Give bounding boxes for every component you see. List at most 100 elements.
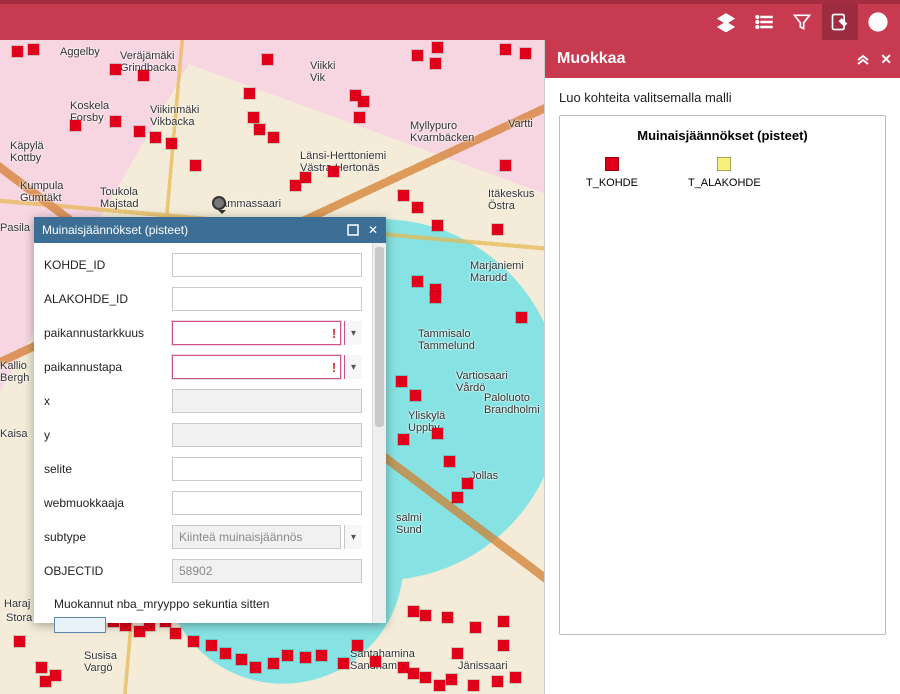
swatch-icon <box>605 157 619 171</box>
info-button[interactable]: i <box>860 4 896 40</box>
collapse-icon[interactable] <box>856 51 870 68</box>
map-feature-point[interactable] <box>420 672 431 683</box>
popup-maximize-button[interactable] <box>344 221 362 239</box>
map-feature-point[interactable] <box>498 616 509 627</box>
map-feature-point[interactable] <box>220 648 231 659</box>
map-feature-point[interactable] <box>410 390 421 401</box>
map-feature-point[interactable] <box>516 312 527 323</box>
map-pane[interactable]: AggelbyVeräjämäkiGrindbackaViikkiVikKosk… <box>0 40 544 694</box>
popup-footer: Muokannut nba_mryyppo sekuntia sitten <box>44 593 362 646</box>
paikannustarkkuus-combo[interactable] <box>172 321 341 345</box>
map-feature-point[interactable] <box>300 652 311 663</box>
map-feature-point[interactable] <box>282 650 293 661</box>
map-feature-point[interactable] <box>268 132 279 143</box>
map-feature-point[interactable] <box>236 654 247 665</box>
map-feature-point[interactable] <box>316 650 327 661</box>
edit-button[interactable] <box>822 4 858 40</box>
map-feature-point[interactable] <box>408 668 419 679</box>
map-feature-point[interactable] <box>150 132 161 143</box>
map-feature-point[interactable] <box>500 160 511 171</box>
map-feature-point[interactable] <box>432 428 443 439</box>
map-feature-point[interactable] <box>452 492 463 503</box>
map-pin-icon <box>212 196 226 210</box>
map-feature-point[interactable] <box>50 670 61 681</box>
template-item-label: T_ALAKOHDE <box>688 177 761 189</box>
map-feature-point[interactable] <box>432 220 443 231</box>
popup-scrollbar[interactable] <box>372 243 386 623</box>
map-feature-point[interactable] <box>492 224 503 235</box>
close-icon[interactable]: ✕ <box>880 51 892 68</box>
map-feature-point[interactable] <box>442 612 453 623</box>
map-feature-point[interactable] <box>110 64 121 75</box>
chevron-down-icon[interactable]: ▾ <box>344 321 362 345</box>
template-item-t_alakohde[interactable]: T_ALAKOHDE <box>688 157 761 189</box>
map-feature-point[interactable] <box>510 672 521 683</box>
map-feature-point[interactable] <box>262 54 273 65</box>
map-feature-point[interactable] <box>396 376 407 387</box>
map-feature-point[interactable] <box>412 276 423 287</box>
map-feature-point[interactable] <box>430 58 441 69</box>
popup-action-button[interactable] <box>54 617 106 633</box>
map-feature-point[interactable] <box>190 160 201 171</box>
map-feature-point[interactable] <box>498 640 509 651</box>
map-feature-point[interactable] <box>268 658 279 669</box>
map-feature-point[interactable] <box>470 622 481 633</box>
map-feature-point[interactable] <box>134 126 145 137</box>
chevron-down-icon[interactable]: ▾ <box>344 355 362 379</box>
kohde-id-input[interactable] <box>172 253 362 277</box>
map-feature-point[interactable] <box>420 610 431 621</box>
map-feature-point[interactable] <box>408 606 419 617</box>
alakohde-id-input[interactable] <box>172 287 362 311</box>
popup-close-button[interactable]: ✕ <box>364 221 382 239</box>
field-label: x <box>44 394 172 408</box>
map-feature-point[interactable] <box>300 172 311 183</box>
map-feature-point[interactable] <box>432 42 443 53</box>
map-feature-point[interactable] <box>398 190 409 201</box>
map-feature-point[interactable] <box>28 44 39 55</box>
map-feature-point[interactable] <box>110 116 121 127</box>
map-feature-point[interactable] <box>412 202 423 213</box>
paikannustapa-combo[interactable] <box>172 355 341 379</box>
map-feature-point[interactable] <box>468 680 479 691</box>
map-feature-point[interactable] <box>36 662 47 673</box>
map-feature-point[interactable] <box>250 662 261 673</box>
map-feature-point[interactable] <box>338 658 349 669</box>
main-area: AggelbyVeräjämäkiGrindbackaViikkiVikKosk… <box>0 40 900 694</box>
map-feature-point[interactable] <box>430 292 441 303</box>
map-feature-point[interactable] <box>254 124 265 135</box>
map-feature-point[interactable] <box>492 676 503 687</box>
map-feature-point[interactable] <box>354 112 365 123</box>
map-feature-point[interactable] <box>434 680 445 691</box>
map-feature-point[interactable] <box>358 96 369 107</box>
layers-button[interactable] <box>708 4 744 40</box>
map-feature-point[interactable] <box>166 138 177 149</box>
map-feature-point[interactable] <box>70 120 81 131</box>
map-feature-point[interactable] <box>138 70 149 81</box>
map-feature-point[interactable] <box>462 478 473 489</box>
chevron-down-icon[interactable]: ▾ <box>344 525 362 549</box>
field-label: KOHDE_ID <box>44 258 172 272</box>
map-feature-point[interactable] <box>248 112 259 123</box>
template-item-t_kohde[interactable]: T_KOHDE <box>586 157 638 189</box>
subtype-combo[interactable] <box>172 525 341 549</box>
map-feature-point[interactable] <box>244 88 255 99</box>
map-feature-point[interactable] <box>500 44 511 55</box>
map-feature-point[interactable] <box>446 674 457 685</box>
webmuokkaaja-input[interactable] <box>172 491 362 515</box>
map-feature-point[interactable] <box>290 180 301 191</box>
map-feature-point[interactable] <box>398 434 409 445</box>
map-feature-point[interactable] <box>412 50 423 61</box>
filter-button[interactable] <box>784 4 820 40</box>
map-feature-point[interactable] <box>14 636 25 647</box>
map-feature-point[interactable] <box>444 456 455 467</box>
selite-input[interactable] <box>172 457 362 481</box>
popup-header[interactable]: Muinaisjäännökset (pisteet) ✕ <box>34 217 386 243</box>
map-feature-point[interactable] <box>452 648 463 659</box>
map-feature-point[interactable] <box>328 166 339 177</box>
list-button[interactable] <box>746 4 782 40</box>
map-feature-point[interactable] <box>12 46 23 57</box>
map-feature-point[interactable] <box>370 656 381 667</box>
scroll-thumb[interactable] <box>375 247 384 427</box>
field-label: webmuokkaaja <box>44 496 172 510</box>
map-feature-point[interactable] <box>520 48 531 59</box>
